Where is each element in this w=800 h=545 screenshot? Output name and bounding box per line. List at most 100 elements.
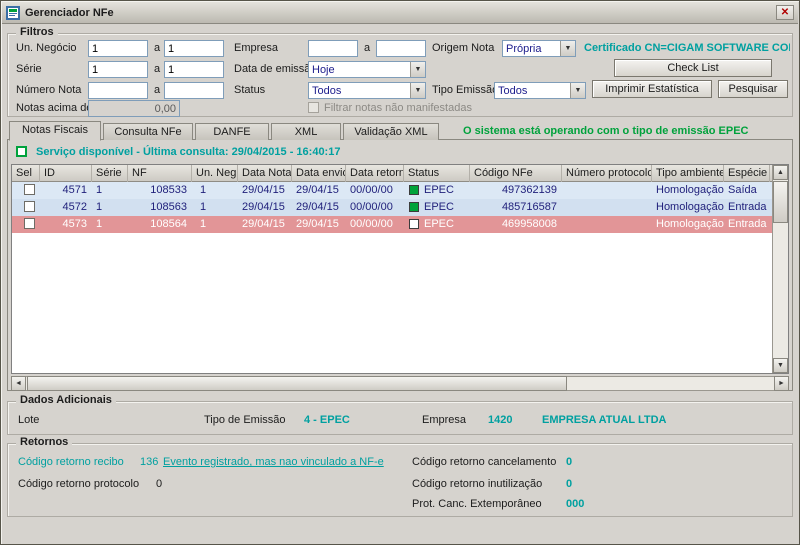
table-row[interactable]: 4572 1 108563 1 29/04/15 29/04/15 00/00/… [12,199,788,216]
col-header-sel[interactable]: Sel [12,165,40,182]
col-header-data-retorno[interactable]: Data retorno [346,165,404,182]
col-header-status[interactable]: Status [404,165,470,182]
cell-data-nota: 29/04/15 [238,199,292,216]
notas-fiscais-panel: Serviço disponível - Última consulta: 29… [7,139,793,391]
vertical-scrollbar[interactable]: ▲ ▼ [772,165,788,373]
cell-data-nota: 29/04/15 [238,182,292,199]
retorno-recibo-label: Código retorno recibo [18,454,124,470]
cell-status: EPEC [404,182,470,199]
un-negocio-to-input[interactable] [164,40,224,57]
empresa-to-input[interactable] [376,40,426,57]
filtrar-manifestadas-checkbox[interactable] [308,102,319,113]
horizontal-scrollbar[interactable]: ◄ ► [11,376,789,391]
tipo-emissao-label: Tipo Emissão [432,82,498,98]
cell-data-envio: 29/04/15 [292,199,346,216]
retorno-recibo-link[interactable]: Evento registrado, mas nao vinculado a N… [163,454,384,470]
tab-validacao-xml[interactable]: Validação XML [343,123,439,140]
app-window: Gerenciador NFe ✕ Filtros Un. Negócio a … [0,0,800,545]
numero-nota-to-input[interactable] [164,82,224,99]
scroll-down-button[interactable]: ▼ [773,358,788,373]
pesquisar-button[interactable]: Pesquisar [718,80,788,98]
row-checkbox[interactable] [24,201,35,212]
empresa-from-input[interactable] [308,40,358,57]
cell-nf: 108563 [128,199,192,216]
lote-label: Lote [18,412,39,428]
col-header-data-nota[interactable]: Data Nota [238,165,292,182]
grid-header: Sel ID Série NF Un. Neg. Data Nota Data … [12,165,788,182]
service-status-icon [16,146,27,157]
close-button[interactable]: ✕ [776,5,794,20]
status-square-icon [409,202,419,212]
row-checkbox[interactable] [24,218,35,229]
cell-un-neg: 1 [192,199,238,216]
origem-nota-select[interactable]: Própria ▼ [502,40,576,57]
serie-label: Série [16,61,42,77]
cell-data-retorno: 00/00/00 [346,199,404,216]
tab-strip: Notas Fiscais Consulta NFe DANFE XML Val… [9,120,441,140]
certificado-text: Certificado CN=CIGAM SOFTWARE CORPORATIV [584,40,790,56]
row-checkbox[interactable] [24,184,35,195]
cell-numero-protocolo [562,182,652,199]
horizontal-scroll-thumb[interactable] [27,376,567,391]
numero-nota-from-input[interactable] [88,82,148,99]
titlebar: Gerenciador NFe ✕ [2,2,798,24]
scroll-up-button[interactable]: ▲ [773,165,788,180]
cell-serie: 1 [92,182,128,199]
filters-group-title: Filtros [16,26,58,38]
range-separator: a [154,82,160,98]
imprimir-estatistica-button[interactable]: Imprimir Estatística [592,80,712,98]
tab-danfe[interactable]: DANFE [195,123,269,140]
chevron-down-icon: ▼ [570,83,585,98]
tab-notas-fiscais[interactable]: Notas Fiscais [9,121,101,141]
service-status-text: Serviço disponível - Última consulta: 29… [36,146,340,158]
cell-nf: 108564 [128,216,192,233]
range-separator: a [154,40,160,56]
serie-from-input[interactable] [88,61,148,78]
col-header-codigo-nfe[interactable]: Código NFe [470,165,562,182]
chevron-down-icon: ▼ [560,41,575,56]
cell-tipo-ambiente: Homologação [652,182,724,199]
table-row[interactable]: 4571 1 108533 1 29/04/15 29/04/15 00/00/… [12,182,788,199]
cell-id: 4573 [40,216,92,233]
tipo-emissao-select[interactable]: Todos ▼ [494,82,586,99]
cell-nf: 108533 [128,182,192,199]
check-list-button[interactable]: Check List [614,59,772,77]
cell-data-retorno: 00/00/00 [346,216,404,233]
col-header-tipo-ambiente[interactable]: Tipo ambiente [652,165,724,182]
scroll-right-button[interactable]: ► [774,376,789,391]
row-select-cell [12,199,40,216]
tab-consulta-nfe[interactable]: Consulta NFe [103,123,193,140]
status-square-icon [409,185,419,195]
status-square-icon [409,219,419,229]
col-header-especie[interactable]: Espécie [724,165,770,182]
data-emissao-select[interactable]: Hoje ▼ [308,61,426,78]
cell-codigo-nfe: 485716587 [470,199,562,216]
notas-grid: Sel ID Série NF Un. Neg. Data Nota Data … [11,164,789,374]
col-header-un-neg[interactable]: Un. Neg. [192,165,238,182]
serie-to-input[interactable] [164,61,224,78]
cell-tipo-ambiente: Homologação [652,199,724,216]
dados-adicionais-group: Dados Adicionais Lote Tipo de Emissão 4 … [7,401,793,435]
table-row-selected[interactable]: 4573 1 108564 1 29/04/15 29/04/15 00/00/… [12,216,788,233]
status-select[interactable]: Todos ▼ [308,82,426,99]
col-header-id[interactable]: ID [40,165,92,182]
vertical-scroll-thumb[interactable] [773,181,788,223]
row-select-cell [12,216,40,233]
prot-canc-extemporaneo-value: 000 [566,496,584,512]
range-separator: a [364,40,370,56]
tab-xml[interactable]: XML [271,123,341,140]
tipo-emissao-info-label: Tipo de Emissão [204,412,286,428]
chevron-down-icon: ▼ [410,83,425,98]
status-value: Todos [309,85,410,97]
un-negocio-from-input[interactable] [88,40,148,57]
scroll-left-button[interactable]: ◄ [11,376,26,391]
origem-nota-value: Própria [503,43,560,55]
cell-tipo-ambiente: Homologação [652,216,724,233]
col-header-data-envio[interactable]: Data envio [292,165,346,182]
status-text: EPEC [424,184,454,196]
retorno-protocolo-label: Código retorno protocolo [18,476,139,492]
col-header-nf[interactable]: NF [128,165,192,182]
col-header-serie[interactable]: Série [92,165,128,182]
col-header-numero-protocolo[interactable]: Número protocolo [562,165,652,182]
filtrar-manifestadas-label: Filtrar notas não manifestadas [324,100,472,116]
